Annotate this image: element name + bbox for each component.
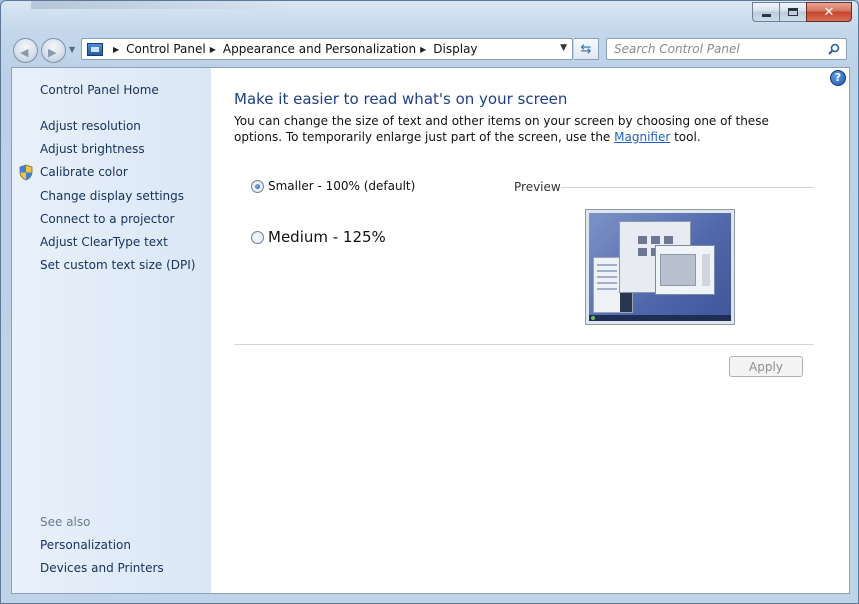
sidebar-item-calibrate-color[interactable]: Calibrate color (40, 165, 128, 179)
address-dropdown-icon[interactable]: ▼ (560, 43, 567, 53)
refresh-button[interactable]: ⇆ (574, 38, 599, 60)
option-medium[interactable]: Medium - 125% (251, 228, 386, 246)
minimize-button[interactable] (752, 2, 779, 22)
sidebar: Control Panel Home Adjust resolution Adj… (12, 68, 211, 593)
radio-smaller[interactable] (251, 179, 264, 193)
preview-start-orb (591, 316, 595, 320)
preview-desktop (589, 213, 731, 321)
option-smaller-label[interactable]: Smaller - 100% (default) (268, 179, 415, 193)
breadcrumb-separator-icon[interactable]: ▶ (420, 45, 426, 54)
address-bar[interactable]: ▶ Control Panel ▶ Appearance and Persona… (81, 38, 573, 60)
option-smaller[interactable]: Smaller - 100% (default) (251, 179, 415, 193)
see-also-label: See also (40, 515, 91, 529)
see-also-devices-printers[interactable]: Devices and Printers (40, 561, 164, 575)
sidebar-item-adjust-cleartype[interactable]: Adjust ClearType text (40, 235, 168, 249)
uac-shield-icon (19, 164, 33, 181)
background-window-title-ghost (31, 1, 291, 9)
sidebar-item-adjust-brightness[interactable]: Adjust brightness (40, 142, 145, 156)
section-divider (234, 344, 814, 345)
forward-arrow-icon: ▶ (48, 46, 57, 59)
refresh-icon: ⇆ (580, 41, 592, 57)
content-area: Control Panel Home Adjust resolution Adj… (11, 67, 850, 594)
close-button[interactable]: ✕ (806, 2, 852, 22)
back-button[interactable]: ◀ (13, 38, 38, 63)
magnifier-link[interactable]: Magnifier (614, 130, 670, 144)
sidebar-item-control-panel-home[interactable]: Control Panel Home (40, 83, 159, 97)
breadcrumb-separator-icon[interactable]: ▶ (210, 45, 216, 54)
minimize-icon (761, 13, 771, 17)
maximize-button[interactable] (779, 2, 806, 22)
page-title: Make it easier to read what's on your sc… (234, 90, 568, 108)
preview-divider (561, 187, 814, 188)
breadcrumb-appearance-personalization[interactable]: Appearance and Personalization (223, 42, 416, 56)
sidebar-item-custom-text-size[interactable]: Set custom text size (DPI) (40, 258, 195, 272)
control-panel-window: ✕ ◀ ▶ ▼ ▶ Control Panel ▶ Appearance and… (0, 0, 859, 604)
sidebar-item-adjust-resolution[interactable]: Adjust resolution (40, 119, 141, 133)
radio-medium[interactable] (251, 230, 264, 244)
preview-window-front (655, 245, 715, 295)
breadcrumb-display[interactable]: Display (433, 42, 477, 56)
see-also-personalization[interactable]: Personalization (40, 538, 131, 552)
back-arrow-icon: ◀ (20, 46, 29, 59)
breadcrumb-separator-icon[interactable]: ▶ (113, 45, 119, 54)
option-medium-label[interactable]: Medium - 125% (268, 228, 386, 246)
control-panel-icon (87, 42, 103, 56)
preview-label: Preview (514, 180, 561, 194)
recent-pages-dropdown[interactable]: ▼ (69, 45, 75, 54)
preview-taskbar (589, 315, 731, 321)
search-box[interactable] (606, 38, 847, 60)
main-panel: ? Make it easier to read what's on your … (211, 68, 849, 593)
sidebar-item-change-display-settings[interactable]: Change display settings (40, 189, 184, 203)
sidebar-item-connect-projector[interactable]: Connect to a projector (40, 212, 174, 226)
forward-button[interactable]: ▶ (41, 38, 66, 63)
close-icon: ✕ (823, 4, 835, 20)
search-icon[interactable] (828, 43, 840, 55)
description-text-end: tool. (670, 130, 701, 144)
search-input[interactable] (607, 42, 817, 56)
maximize-icon (788, 8, 798, 16)
caption-buttons: ✕ (752, 2, 852, 22)
help-icon[interactable]: ? (830, 70, 846, 86)
breadcrumb-control-panel[interactable]: Control Panel (126, 42, 206, 56)
page-description: You can change the size of text and othe… (234, 113, 794, 145)
preview-image (585, 209, 735, 325)
apply-button[interactable]: Apply (729, 356, 803, 377)
